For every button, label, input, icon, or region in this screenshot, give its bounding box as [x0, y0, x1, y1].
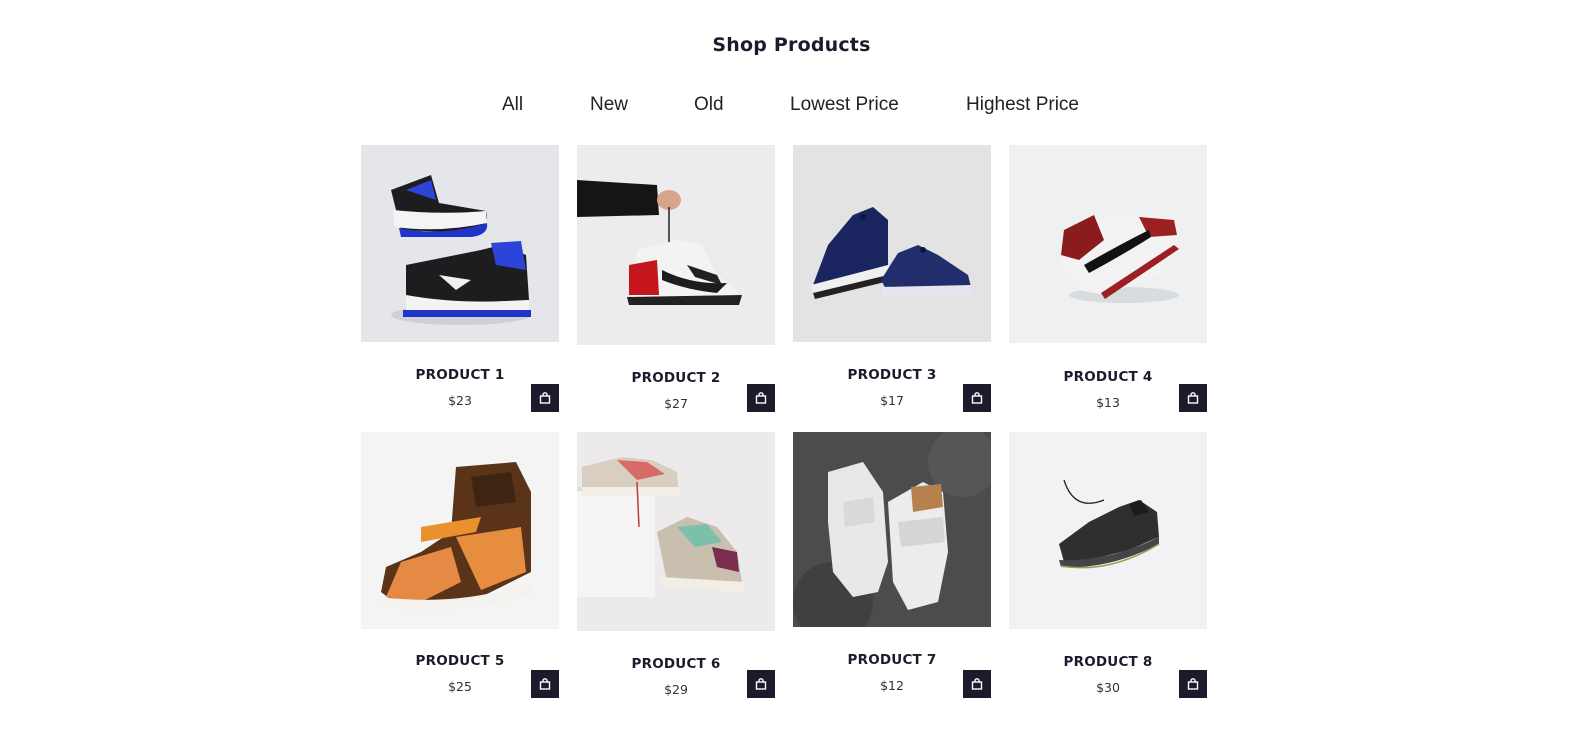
product-image[interactable] — [1009, 145, 1207, 343]
product-price: $25 — [448, 679, 472, 694]
page-title: Shop Products — [712, 34, 871, 56]
product-name: PRODUCT 1 — [415, 367, 505, 383]
add-to-cart-button[interactable] — [747, 670, 775, 698]
product-image[interactable] — [793, 145, 991, 342]
filter-old[interactable]: Old — [694, 94, 724, 116]
product-card[interactable]: PRODUCT 4 $13 — [1009, 145, 1207, 415]
product-image[interactable] — [361, 145, 559, 342]
product-card[interactable]: PRODUCT 7 $12 — [793, 432, 991, 698]
filter-highest-price[interactable]: Highest Price — [966, 94, 1079, 116]
shopping-bag-icon — [971, 392, 983, 404]
product-name: PRODUCT 8 — [1063, 654, 1153, 670]
shopping-bag-icon — [1187, 678, 1199, 690]
product-image[interactable] — [793, 432, 991, 627]
product-price: $13 — [1096, 395, 1120, 410]
product-name: PRODUCT 5 — [415, 653, 505, 669]
filter-lowest-price[interactable]: Lowest Price — [790, 94, 899, 116]
add-to-cart-button[interactable] — [747, 384, 775, 412]
product-card[interactable]: PRODUCT 6 $29 — [577, 432, 775, 698]
product-name: PRODUCT 2 — [631, 370, 721, 386]
product-price: $23 — [448, 393, 472, 408]
product-image[interactable] — [577, 432, 775, 631]
product-price: $27 — [664, 396, 688, 411]
product-card[interactable]: PRODUCT 5 $25 — [361, 432, 559, 698]
product-price: $30 — [1096, 680, 1120, 695]
product-image[interactable] — [577, 145, 775, 345]
shopping-bag-icon — [971, 678, 983, 690]
product-name: PRODUCT 3 — [847, 367, 937, 383]
add-to-cart-button[interactable] — [1179, 384, 1207, 412]
product-card[interactable]: PRODUCT 1 $23 — [361, 145, 559, 415]
product-price: $12 — [880, 678, 904, 693]
product-price: $29 — [664, 682, 688, 697]
product-card[interactable]: PRODUCT 3 $17 — [793, 145, 991, 415]
shopping-bag-icon — [755, 392, 767, 404]
product-card[interactable]: PRODUCT 8 $30 — [1009, 432, 1207, 698]
product-price: $17 — [880, 393, 904, 408]
shopping-bag-icon — [539, 678, 551, 690]
product-image[interactable] — [1009, 432, 1207, 629]
add-to-cart-button[interactable] — [963, 384, 991, 412]
filter-all[interactable]: All — [502, 94, 523, 116]
filter-new[interactable]: New — [590, 94, 628, 116]
product-name: PRODUCT 6 — [631, 656, 721, 672]
product-image[interactable] — [361, 432, 559, 629]
product-name: PRODUCT 4 — [1063, 369, 1153, 385]
shopping-bag-icon — [1187, 392, 1199, 404]
add-to-cart-button[interactable] — [963, 670, 991, 698]
shopping-bag-icon — [539, 392, 551, 404]
product-name: PRODUCT 7 — [847, 652, 937, 668]
product-card[interactable]: PRODUCT 2 $27 — [577, 145, 775, 415]
add-to-cart-button[interactable] — [531, 384, 559, 412]
add-to-cart-button[interactable] — [1179, 670, 1207, 698]
shopping-bag-icon — [755, 678, 767, 690]
add-to-cart-button[interactable] — [531, 670, 559, 698]
